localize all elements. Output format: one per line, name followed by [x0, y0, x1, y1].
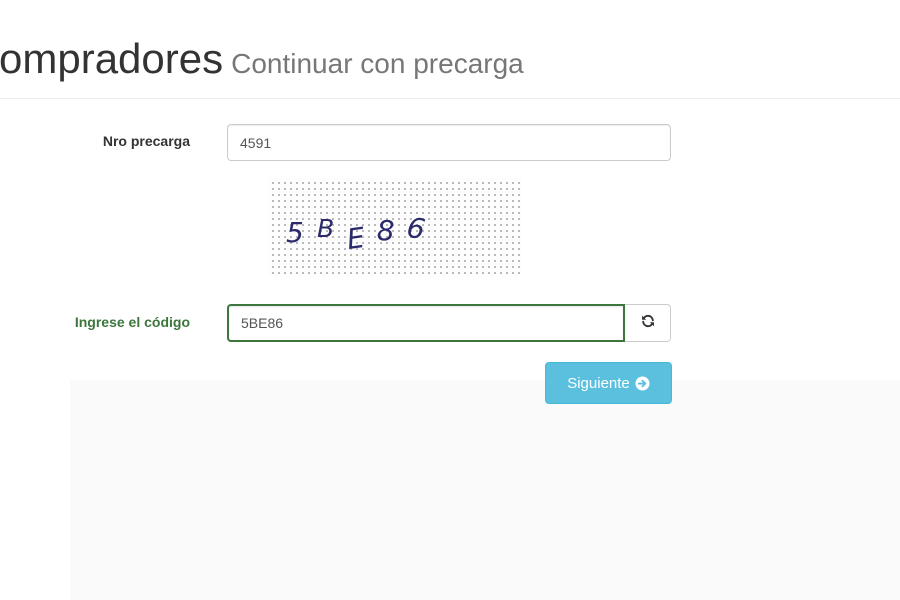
codigo-input-value: 5BE86: [241, 315, 284, 331]
captcha-image: 5BE86: [268, 178, 522, 276]
codigo-label: Ingrese el código: [74, 314, 190, 330]
captcha-char: B: [316, 213, 335, 244]
refresh-icon: [641, 314, 655, 333]
captcha-char: E: [344, 220, 367, 257]
precarga-input[interactable]: 4591: [227, 124, 671, 161]
precarga-input-value: 4591: [240, 134, 272, 151]
page: ompradores Continuar con precarga Nro pre…: [0, 0, 900, 600]
next-button-label: Siguiente: [567, 374, 630, 392]
background-panel: [70, 380, 900, 600]
captcha-text: 5BE86: [286, 211, 436, 256]
precarga-label: Nro precarga: [102, 133, 190, 149]
page-title-subtitle: Continuar con precarga: [231, 48, 524, 79]
next-button[interactable]: Siguiente: [545, 362, 672, 404]
refresh-captcha-button[interactable]: [625, 304, 671, 342]
codigo-input[interactable]: 5BE86: [227, 304, 625, 342]
page-title-main: ompradores: [0, 35, 224, 82]
page-header: ompradores Continuar con precarga: [0, 0, 900, 99]
page-title: ompradores Continuar con precarga: [0, 38, 524, 80]
captcha-char: 6: [403, 210, 428, 247]
arrow-circle-right-icon: [635, 375, 650, 391]
captcha-char: 8: [376, 214, 395, 247]
captcha-char: 5: [286, 216, 304, 249]
